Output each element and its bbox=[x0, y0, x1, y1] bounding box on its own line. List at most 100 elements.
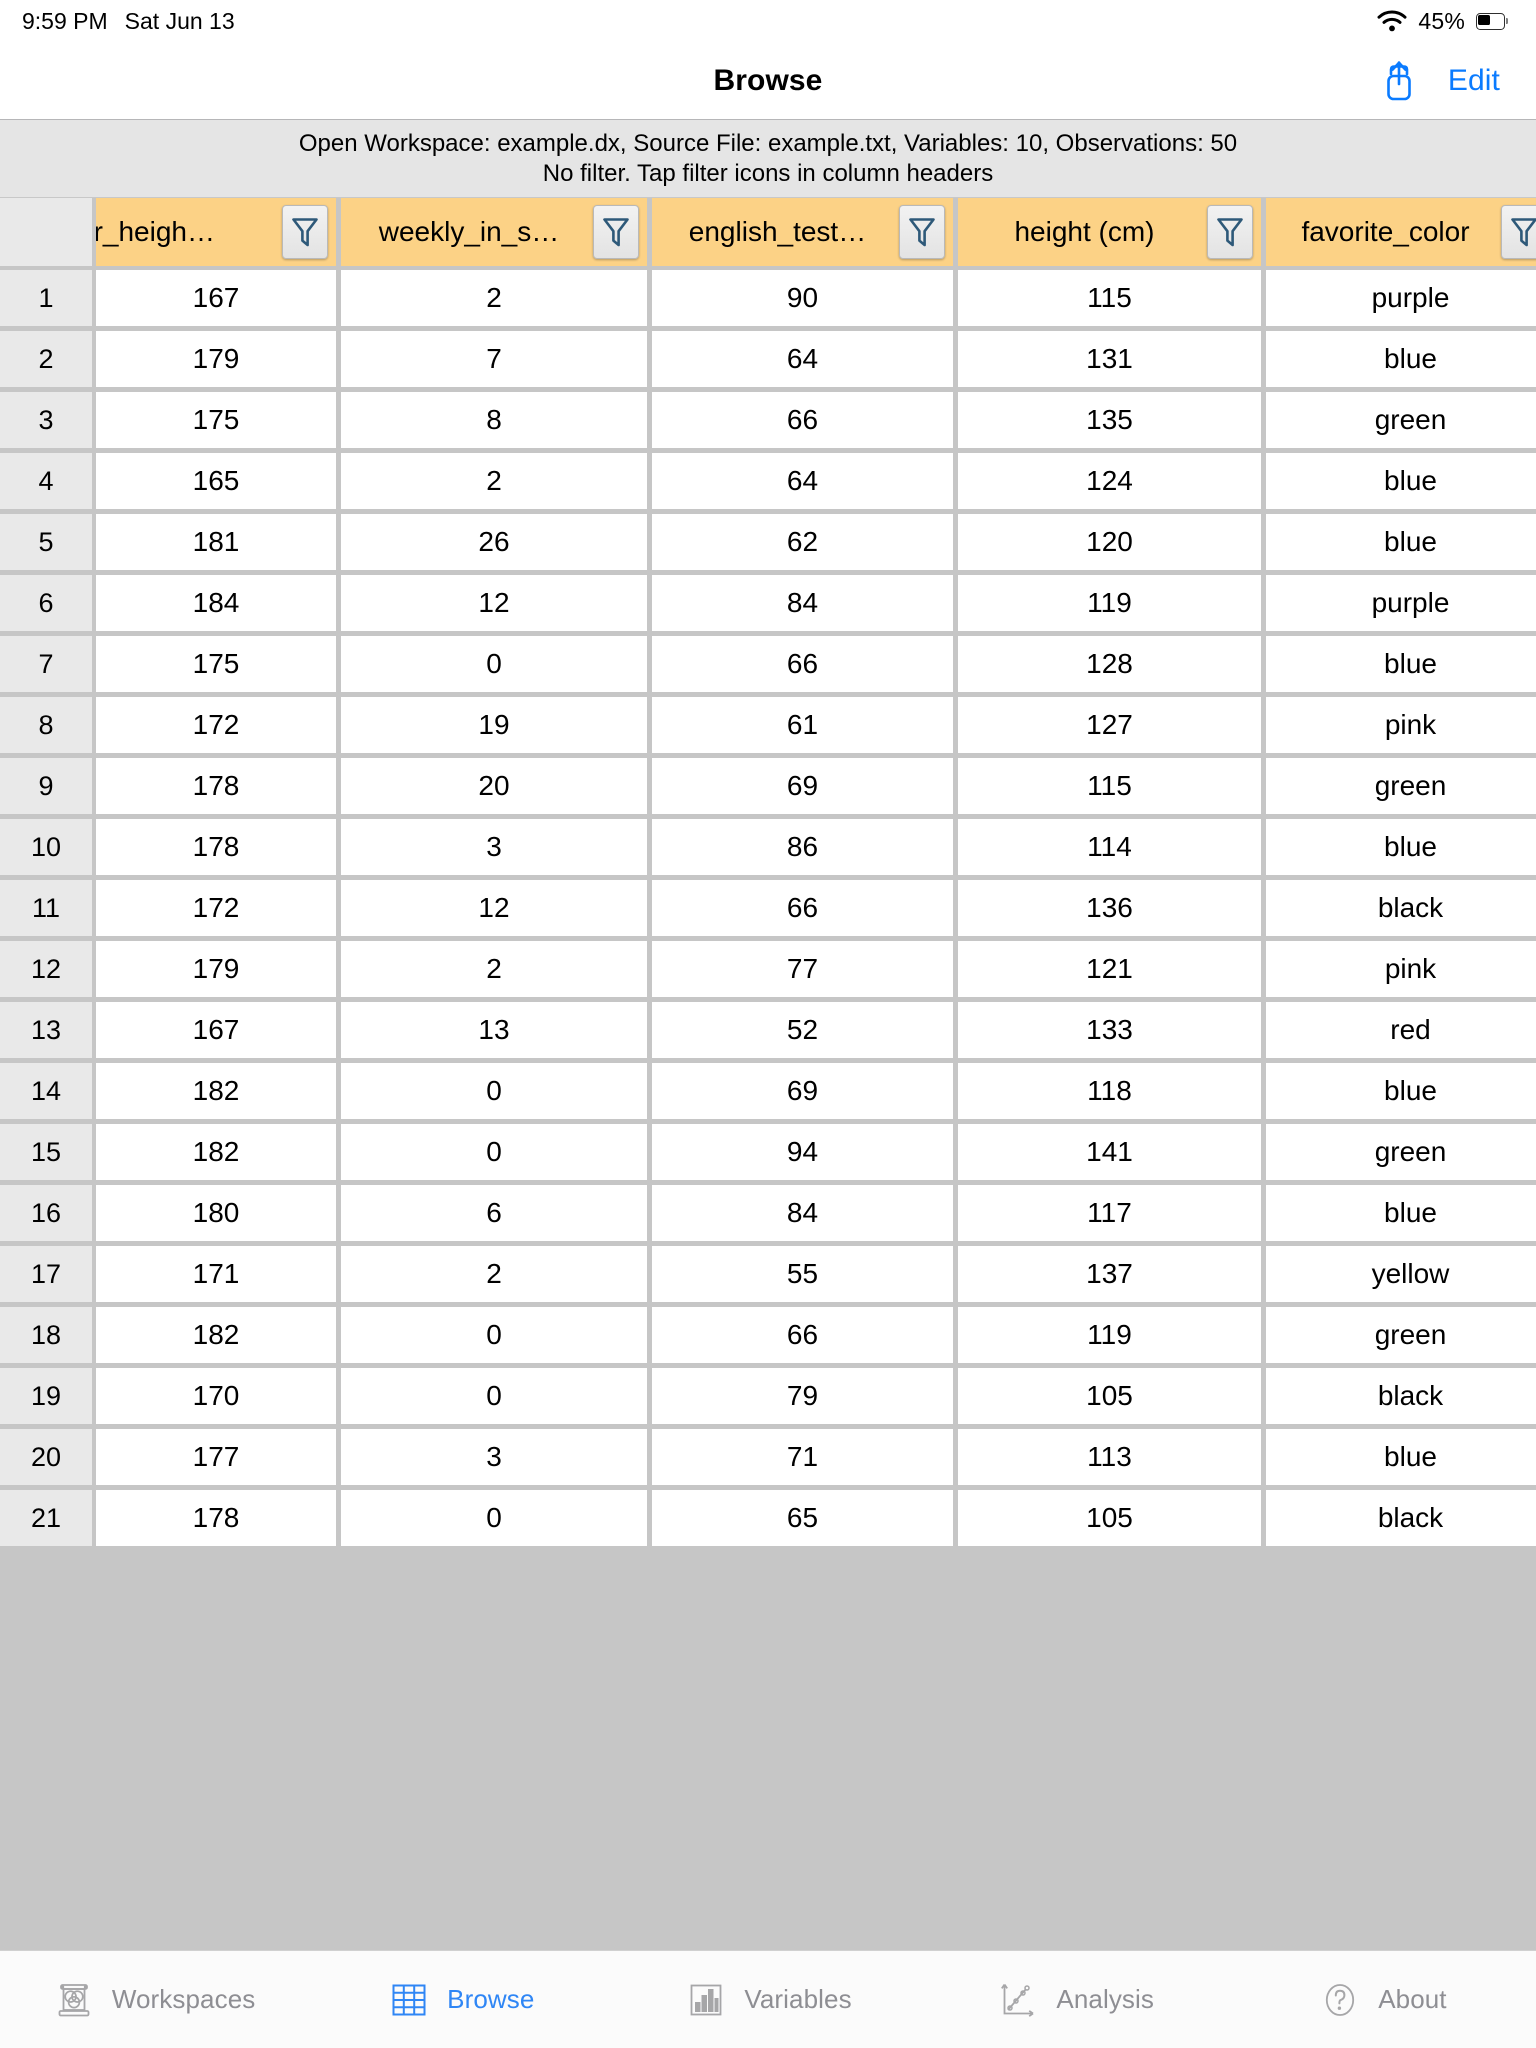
table-cell[interactable]: 165 bbox=[96, 453, 336, 509]
filter-icon[interactable] bbox=[593, 205, 639, 259]
table-row[interactable]: 13 167 13 52 133 red bbox=[0, 1002, 1536, 1063]
table-cell[interactable]: black bbox=[1266, 1368, 1536, 1424]
table-cell[interactable]: 172 bbox=[96, 697, 336, 753]
table-cell[interactable]: pink bbox=[1266, 941, 1536, 997]
table-cell[interactable]: 136 bbox=[958, 880, 1261, 936]
table-cell[interactable]: 64 bbox=[652, 453, 953, 509]
table-cell[interactable]: 115 bbox=[958, 758, 1261, 814]
table-cell[interactable]: green bbox=[1266, 1124, 1536, 1180]
table-row[interactable]: 19 170 0 79 105 black bbox=[0, 1368, 1536, 1429]
table-cell[interactable]: 3 bbox=[341, 819, 647, 875]
table-cell[interactable]: 128 bbox=[958, 636, 1261, 692]
table-cell[interactable]: 182 bbox=[96, 1063, 336, 1119]
table-cell[interactable]: 121 bbox=[958, 941, 1261, 997]
table-cell[interactable]: 135 bbox=[958, 392, 1261, 448]
table-cell[interactable]: 167 bbox=[96, 270, 336, 326]
table-row[interactable]: 6 184 12 84 119 purple bbox=[0, 575, 1536, 636]
filter-icon[interactable] bbox=[282, 205, 328, 259]
table-cell[interactable]: 117 bbox=[958, 1185, 1261, 1241]
table-cell[interactable]: 179 bbox=[96, 941, 336, 997]
table-cell[interactable]: yellow bbox=[1266, 1246, 1536, 1302]
table-cell[interactable]: 179 bbox=[96, 331, 336, 387]
table-cell[interactable]: green bbox=[1266, 1307, 1536, 1363]
table-cell[interactable]: 177 bbox=[96, 1429, 336, 1485]
table-cell[interactable]: green bbox=[1266, 392, 1536, 448]
table-cell[interactable]: 2 bbox=[341, 1246, 647, 1302]
filter-icon[interactable] bbox=[1207, 205, 1253, 259]
table-cell[interactable]: 171 bbox=[96, 1246, 336, 1302]
table-row[interactable]: 12 179 2 77 121 pink bbox=[0, 941, 1536, 1002]
table-cell[interactable]: 182 bbox=[96, 1124, 336, 1180]
table-cell[interactable]: 118 bbox=[958, 1063, 1261, 1119]
table-cell[interactable]: 90 bbox=[652, 270, 953, 326]
table-cell[interactable]: 184 bbox=[96, 575, 336, 631]
table-cell[interactable]: blue bbox=[1266, 331, 1536, 387]
table-cell[interactable]: 12 bbox=[341, 575, 647, 631]
table-cell[interactable]: blue bbox=[1266, 819, 1536, 875]
table-row[interactable]: 5 181 26 62 120 blue bbox=[0, 514, 1536, 575]
table-cell[interactable]: 13 bbox=[341, 1002, 647, 1058]
table-cell[interactable]: 52 bbox=[652, 1002, 953, 1058]
table-cell[interactable]: 182 bbox=[96, 1307, 336, 1363]
table-cell[interactable]: 3 bbox=[341, 1429, 647, 1485]
table-cell[interactable]: 19 bbox=[341, 697, 647, 753]
table-cell[interactable]: 66 bbox=[652, 1307, 953, 1363]
table-cell[interactable]: 133 bbox=[958, 1002, 1261, 1058]
table-cell[interactable]: 86 bbox=[652, 819, 953, 875]
table-cell[interactable]: blue bbox=[1266, 1063, 1536, 1119]
table-cell[interactable]: 66 bbox=[652, 392, 953, 448]
table-cell[interactable]: 55 bbox=[652, 1246, 953, 1302]
table-cell[interactable]: 2 bbox=[341, 453, 647, 509]
table-cell[interactable]: 131 bbox=[958, 331, 1261, 387]
column-header-1[interactable]: weekly_in_s… bbox=[341, 198, 647, 266]
table-cell[interactable]: blue bbox=[1266, 636, 1536, 692]
table-row[interactable]: 10 178 3 86 114 blue bbox=[0, 819, 1536, 880]
table-cell[interactable]: 12 bbox=[341, 880, 647, 936]
table-cell[interactable]: 66 bbox=[652, 636, 953, 692]
table-cell[interactable]: purple bbox=[1266, 575, 1536, 631]
table-cell[interactable]: 26 bbox=[341, 514, 647, 570]
table-cell[interactable]: 175 bbox=[96, 392, 336, 448]
table-cell[interactable]: blue bbox=[1266, 453, 1536, 509]
share-icon[interactable] bbox=[1380, 59, 1418, 103]
table-cell[interactable]: 79 bbox=[652, 1368, 953, 1424]
table-cell[interactable]: 105 bbox=[958, 1490, 1261, 1546]
table-cell[interactable]: 124 bbox=[958, 453, 1261, 509]
table-cell[interactable]: 0 bbox=[341, 1063, 647, 1119]
table-cell[interactable]: 2 bbox=[341, 270, 647, 326]
table-cell[interactable]: black bbox=[1266, 1490, 1536, 1546]
table-cell[interactable]: 180 bbox=[96, 1185, 336, 1241]
table-cell[interactable]: 172 bbox=[96, 880, 336, 936]
table-row[interactable]: 15 182 0 94 141 green bbox=[0, 1124, 1536, 1185]
filter-icon[interactable] bbox=[1501, 205, 1536, 259]
table-cell[interactable]: 8 bbox=[341, 392, 647, 448]
table-cell[interactable]: 0 bbox=[341, 1368, 647, 1424]
table-cell[interactable]: 141 bbox=[958, 1124, 1261, 1180]
table-row[interactable]: 7 175 0 66 128 blue bbox=[0, 636, 1536, 697]
data-table[interactable]: er_heigh… weekly_in_s… english_test… height… bbox=[0, 198, 1536, 1950]
table-row[interactable]: 18 182 0 66 119 green bbox=[0, 1307, 1536, 1368]
table-cell[interactable]: 114 bbox=[958, 819, 1261, 875]
table-cell[interactable]: 65 bbox=[652, 1490, 953, 1546]
filter-icon[interactable] bbox=[899, 205, 945, 259]
table-cell[interactable]: 62 bbox=[652, 514, 953, 570]
table-cell[interactable]: 69 bbox=[652, 1063, 953, 1119]
table-cell[interactable]: 113 bbox=[958, 1429, 1261, 1485]
table-cell[interactable]: 178 bbox=[96, 1490, 336, 1546]
table-row[interactable]: 16 180 6 84 117 blue bbox=[0, 1185, 1536, 1246]
column-header-4[interactable]: favorite_color bbox=[1266, 198, 1536, 266]
table-row[interactable]: 14 182 0 69 118 blue bbox=[0, 1063, 1536, 1124]
table-cell[interactable]: 94 bbox=[652, 1124, 953, 1180]
table-row[interactable]: 21 178 0 65 105 black bbox=[0, 1490, 1536, 1551]
table-cell[interactable]: 7 bbox=[341, 331, 647, 387]
table-cell[interactable]: 167 bbox=[96, 1002, 336, 1058]
tab-browse[interactable]: Browse bbox=[307, 1951, 614, 2048]
table-row[interactable]: 9 178 20 69 115 green bbox=[0, 758, 1536, 819]
table-cell[interactable]: 69 bbox=[652, 758, 953, 814]
table-cell[interactable]: blue bbox=[1266, 1185, 1536, 1241]
table-cell[interactable]: 105 bbox=[958, 1368, 1261, 1424]
table-cell[interactable]: blue bbox=[1266, 1429, 1536, 1485]
table-cell[interactable]: 6 bbox=[341, 1185, 647, 1241]
table-cell[interactable]: 115 bbox=[958, 270, 1261, 326]
table-row[interactable]: 11 172 12 66 136 black bbox=[0, 880, 1536, 941]
